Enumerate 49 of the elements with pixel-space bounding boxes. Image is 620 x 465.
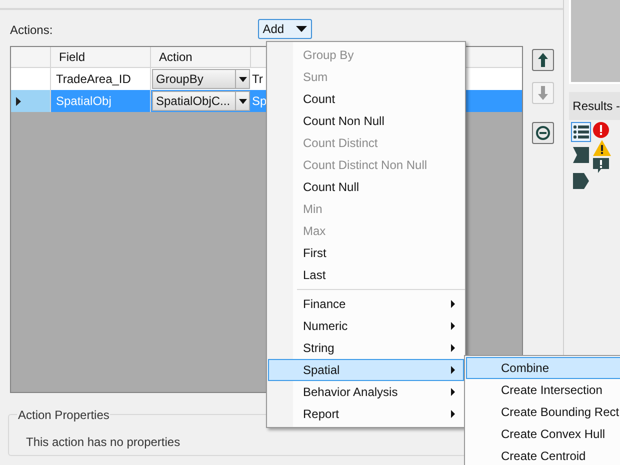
menu-item[interactable]: Finance — [268, 293, 464, 315]
submenu-arrow-icon — [451, 344, 455, 352]
menu-item[interactable]: Report — [268, 403, 464, 425]
add-dropdown-button[interactable]: Add — [258, 19, 312, 39]
menu-item[interactable]: Create Intersection — [466, 379, 620, 401]
menu-item[interactable]: Behavior Analysis — [268, 381, 464, 403]
submenu-arrow-icon — [451, 388, 455, 396]
menu-item[interactable]: Count Null — [268, 176, 464, 198]
tag-icon[interactable] — [572, 173, 589, 189]
caret-icon — [296, 26, 307, 32]
message-icon — [592, 158, 609, 174]
move-up-button[interactable] — [532, 49, 554, 71]
menu-item[interactable]: Create Convex Hull — [466, 423, 620, 445]
row-header[interactable] — [11, 90, 51, 112]
caret-icon — [238, 76, 246, 82]
menu-item[interactable]: Last — [268, 264, 464, 286]
menu-item[interactable]: Create Bounding Rect — [466, 401, 620, 423]
caret-icon — [238, 98, 246, 104]
row-pointer-icon — [16, 96, 21, 106]
menu-item[interactable]: Count Non Null — [268, 110, 464, 132]
table-cell-text: Sp — [251, 93, 267, 110]
table-cell: SpatialObj — [51, 90, 151, 112]
remove-button[interactable] — [532, 122, 554, 144]
menu-item[interactable]: First — [268, 242, 464, 264]
table-cell-text: Tr — [251, 71, 264, 88]
submenu-arrow-icon — [451, 410, 455, 418]
actions-label: Actions: — [10, 22, 53, 39]
menu-item[interactable]: Create Centroid — [466, 445, 620, 465]
submenu-arrow-icon — [451, 322, 455, 330]
action-dropdown[interactable]: GroupBy — [152, 69, 250, 89]
submenu-arrow-icon — [451, 366, 455, 374]
column-header[interactable]: Field — [51, 47, 151, 67]
menu-item[interactable]: Combine — [466, 357, 620, 379]
error-icon — [592, 122, 609, 138]
menu-item[interactable]: Numeric — [268, 315, 464, 337]
submenu-arrow-icon — [451, 300, 455, 308]
no-properties-text: This action has no properties — [26, 434, 180, 451]
column-header[interactable]: Action — [151, 47, 251, 67]
minus-circle-icon — [536, 126, 550, 140]
warning-icon — [592, 140, 611, 156]
list-icon[interactable] — [570, 122, 591, 142]
down-arrow-icon — [538, 86, 548, 100]
menu-item[interactable]: Spatial — [268, 359, 464, 381]
results-header: Results - — [568, 92, 620, 120]
up-arrow-icon — [538, 53, 548, 67]
menu-item[interactable]: String — [268, 337, 464, 359]
menu-item[interactable]: Count — [268, 88, 464, 110]
banner-icon[interactable] — [572, 147, 589, 163]
action-dropdown[interactable]: SpatialObjC... — [152, 91, 250, 111]
